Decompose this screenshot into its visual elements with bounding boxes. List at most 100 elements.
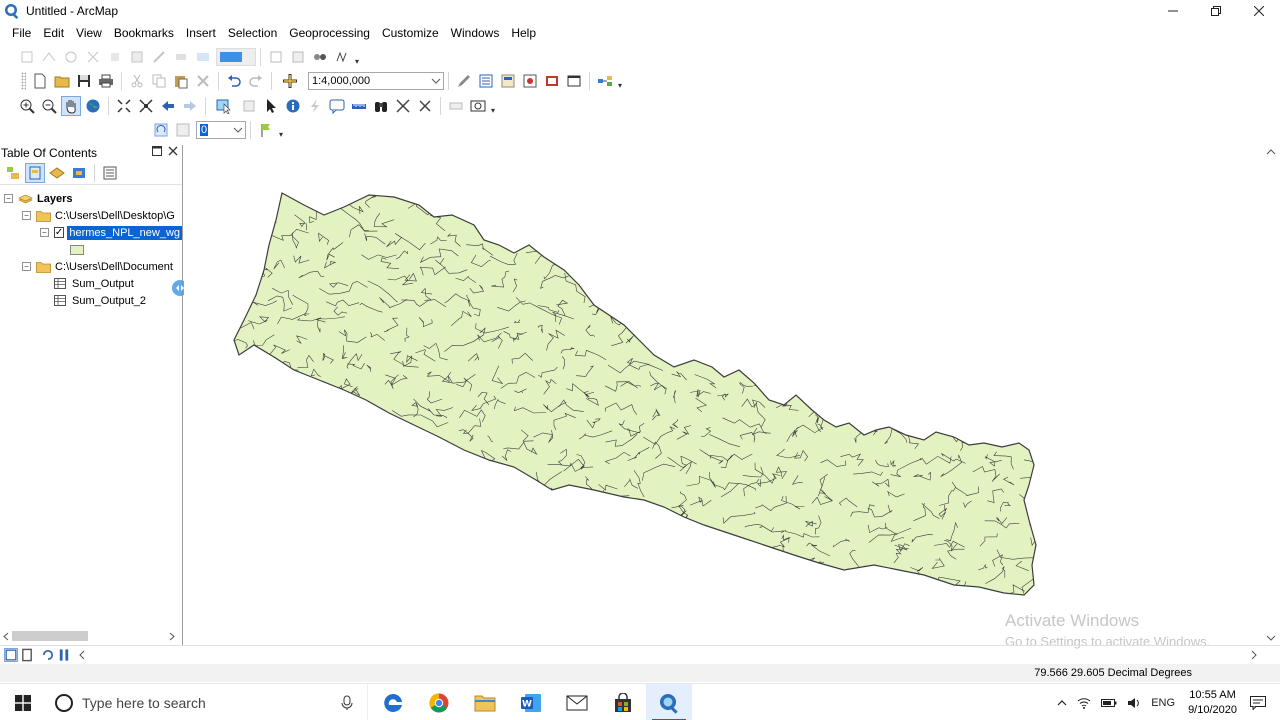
menu-windows[interactable]: Windows <box>445 22 506 44</box>
taskbar-edge[interactable] <box>370 684 416 720</box>
nepal-districts-map[interactable] <box>184 145 1262 645</box>
snap-tool-1[interactable] <box>266 47 286 67</box>
scroll-right-icon[interactable] <box>168 632 176 641</box>
taskbar-mail[interactable] <box>554 684 600 720</box>
snap-tool-4[interactable] <box>332 47 352 67</box>
zoom-out-button[interactable] <box>39 96 59 116</box>
arctoolbox-button[interactable] <box>542 71 562 91</box>
menu-view[interactable]: View <box>70 22 108 44</box>
taskbar-search-box[interactable]: Type here to search <box>46 684 368 720</box>
show-hidden-icons-button[interactable] <box>1057 699 1067 707</box>
taskbar-store[interactable] <box>600 684 646 720</box>
create-viewer-button[interactable] <box>468 96 488 116</box>
menu-edit[interactable]: Edit <box>37 22 70 44</box>
time-slider-button[interactable] <box>446 96 466 116</box>
taskbar-arcmap[interactable] <box>646 684 692 720</box>
identify-button[interactable] <box>283 96 303 116</box>
layout-view-button[interactable] <box>20 648 34 662</box>
scroll-left-icon[interactable] <box>78 650 86 660</box>
scroll-left-icon[interactable] <box>2 632 10 641</box>
maximize-button[interactable] <box>1194 0 1237 22</box>
find-route-button[interactable] <box>393 96 413 116</box>
refresh-time-button[interactable] <box>151 120 171 140</box>
tree-row-folder-documents[interactable]: − C:\Users\Dell\Document <box>0 258 182 275</box>
toc-horizontal-scrollbar[interactable] <box>0 628 182 645</box>
save-button[interactable] <box>74 71 94 91</box>
volume-tray-button[interactable] <box>1127 697 1141 709</box>
editor-tool-8[interactable] <box>171 47 191 67</box>
menu-selection[interactable]: Selection <box>222 22 283 44</box>
menu-geoprocessing[interactable]: Geoprocessing <box>283 22 376 44</box>
list-by-source-button[interactable] <box>25 162 45 183</box>
battery-tray-button[interactable] <box>1101 698 1117 708</box>
collapse-icon[interactable]: − <box>4 194 13 203</box>
close-button[interactable] <box>1237 0 1280 22</box>
time-toolbar-overflow[interactable]: ▾ <box>277 121 285 139</box>
editor-target-combo[interactable] <box>216 48 256 66</box>
input-language[interactable]: ENG <box>1151 697 1175 709</box>
taskbar-chrome[interactable] <box>416 684 462 720</box>
menu-bookmarks[interactable]: Bookmarks <box>108 22 180 44</box>
tree-row-table-sum-output[interactable]: Sum_Output <box>0 275 182 292</box>
redo-button[interactable] <box>246 71 266 91</box>
menu-file[interactable]: File <box>6 22 37 44</box>
catalog-window-button[interactable] <box>498 71 518 91</box>
action-center-button[interactable] <box>1250 695 1266 710</box>
editor-toolbar-overflow[interactable]: ▾ <box>353 48 361 66</box>
country-boundary[interactable] <box>233 192 1037 596</box>
tools-toolbar-overflow[interactable]: ▾ <box>489 97 497 115</box>
search-window-button[interactable] <box>520 71 540 91</box>
add-data-button[interactable] <box>277 71 303 91</box>
scroll-up-icon[interactable] <box>1266 148 1276 156</box>
minimize-button[interactable] <box>1151 0 1194 22</box>
time-value-combo[interactable]: 0 <box>196 121 246 139</box>
measure-button[interactable] <box>349 96 369 116</box>
editor-tool-2[interactable] <box>39 47 59 67</box>
editor-tool-5[interactable] <box>105 47 125 67</box>
fixed-zoom-in-button[interactable] <box>114 96 134 116</box>
editor-tool-9[interactable] <box>193 47 213 67</box>
editor-toolbar-button[interactable] <box>454 71 474 91</box>
pan-button[interactable] <box>61 96 81 116</box>
editor-tool-6[interactable] <box>127 47 147 67</box>
taskbar-word[interactable]: W <box>508 684 554 720</box>
toc-close-button[interactable] <box>168 145 178 159</box>
refresh-view-button[interactable] <box>41 648 55 662</box>
map-vertical-scrollbar[interactable] <box>1262 145 1280 645</box>
editor-tool-3[interactable] <box>61 47 81 67</box>
undo-button[interactable] <box>224 71 244 91</box>
toc-options-button[interactable] <box>100 163 120 183</box>
paste-button[interactable] <box>171 71 191 91</box>
previous-extent-button[interactable] <box>158 96 178 116</box>
taskbar-file-explorer[interactable] <box>462 684 508 720</box>
collapse-icon[interactable]: − <box>22 211 31 220</box>
select-features-button[interactable] <box>211 96 237 116</box>
editor-tool-7[interactable] <box>149 47 169 67</box>
full-extent-button[interactable] <box>83 96 103 116</box>
data-view-button[interactable] <box>4 647 18 662</box>
scroll-right-icon[interactable] <box>1250 650 1258 660</box>
tree-row-layer-hermes[interactable]: − ✓ hermes_NPL_new_wg <box>0 224 182 241</box>
copy-button[interactable] <box>149 71 169 91</box>
toc-window-button[interactable] <box>476 71 496 91</box>
delete-button[interactable] <box>193 71 213 91</box>
collapse-icon[interactable]: − <box>22 262 31 271</box>
go-to-xy-button[interactable] <box>415 96 435 116</box>
layer-symbol-swatch[interactable] <box>70 244 84 255</box>
modelbuilder-button[interactable] <box>595 71 615 91</box>
fixed-zoom-out-button[interactable] <box>136 96 156 116</box>
cut-button[interactable] <box>127 71 147 91</box>
tree-row-folder-desktop[interactable]: − C:\Users\Dell\Desktop\G <box>0 207 182 224</box>
snap-tool-3[interactable] <box>310 47 330 67</box>
collapse-icon[interactable]: − <box>40 228 49 237</box>
clear-selection-button[interactable] <box>239 96 259 116</box>
standard-toolbar-overflow[interactable]: ▾ <box>616 72 624 90</box>
list-by-visibility-button[interactable] <box>47 163 67 183</box>
menu-help[interactable]: Help <box>505 22 542 44</box>
flag-button[interactable] <box>256 120 276 140</box>
select-elements-button[interactable] <box>261 96 281 116</box>
tree-row-table-sum-output-2[interactable]: Sum_Output_2 <box>0 292 182 309</box>
zoom-in-button[interactable] <box>17 96 37 116</box>
snap-tool-2[interactable] <box>288 47 308 67</box>
layer-visibility-checkbox[interactable]: ✓ <box>53 227 65 238</box>
